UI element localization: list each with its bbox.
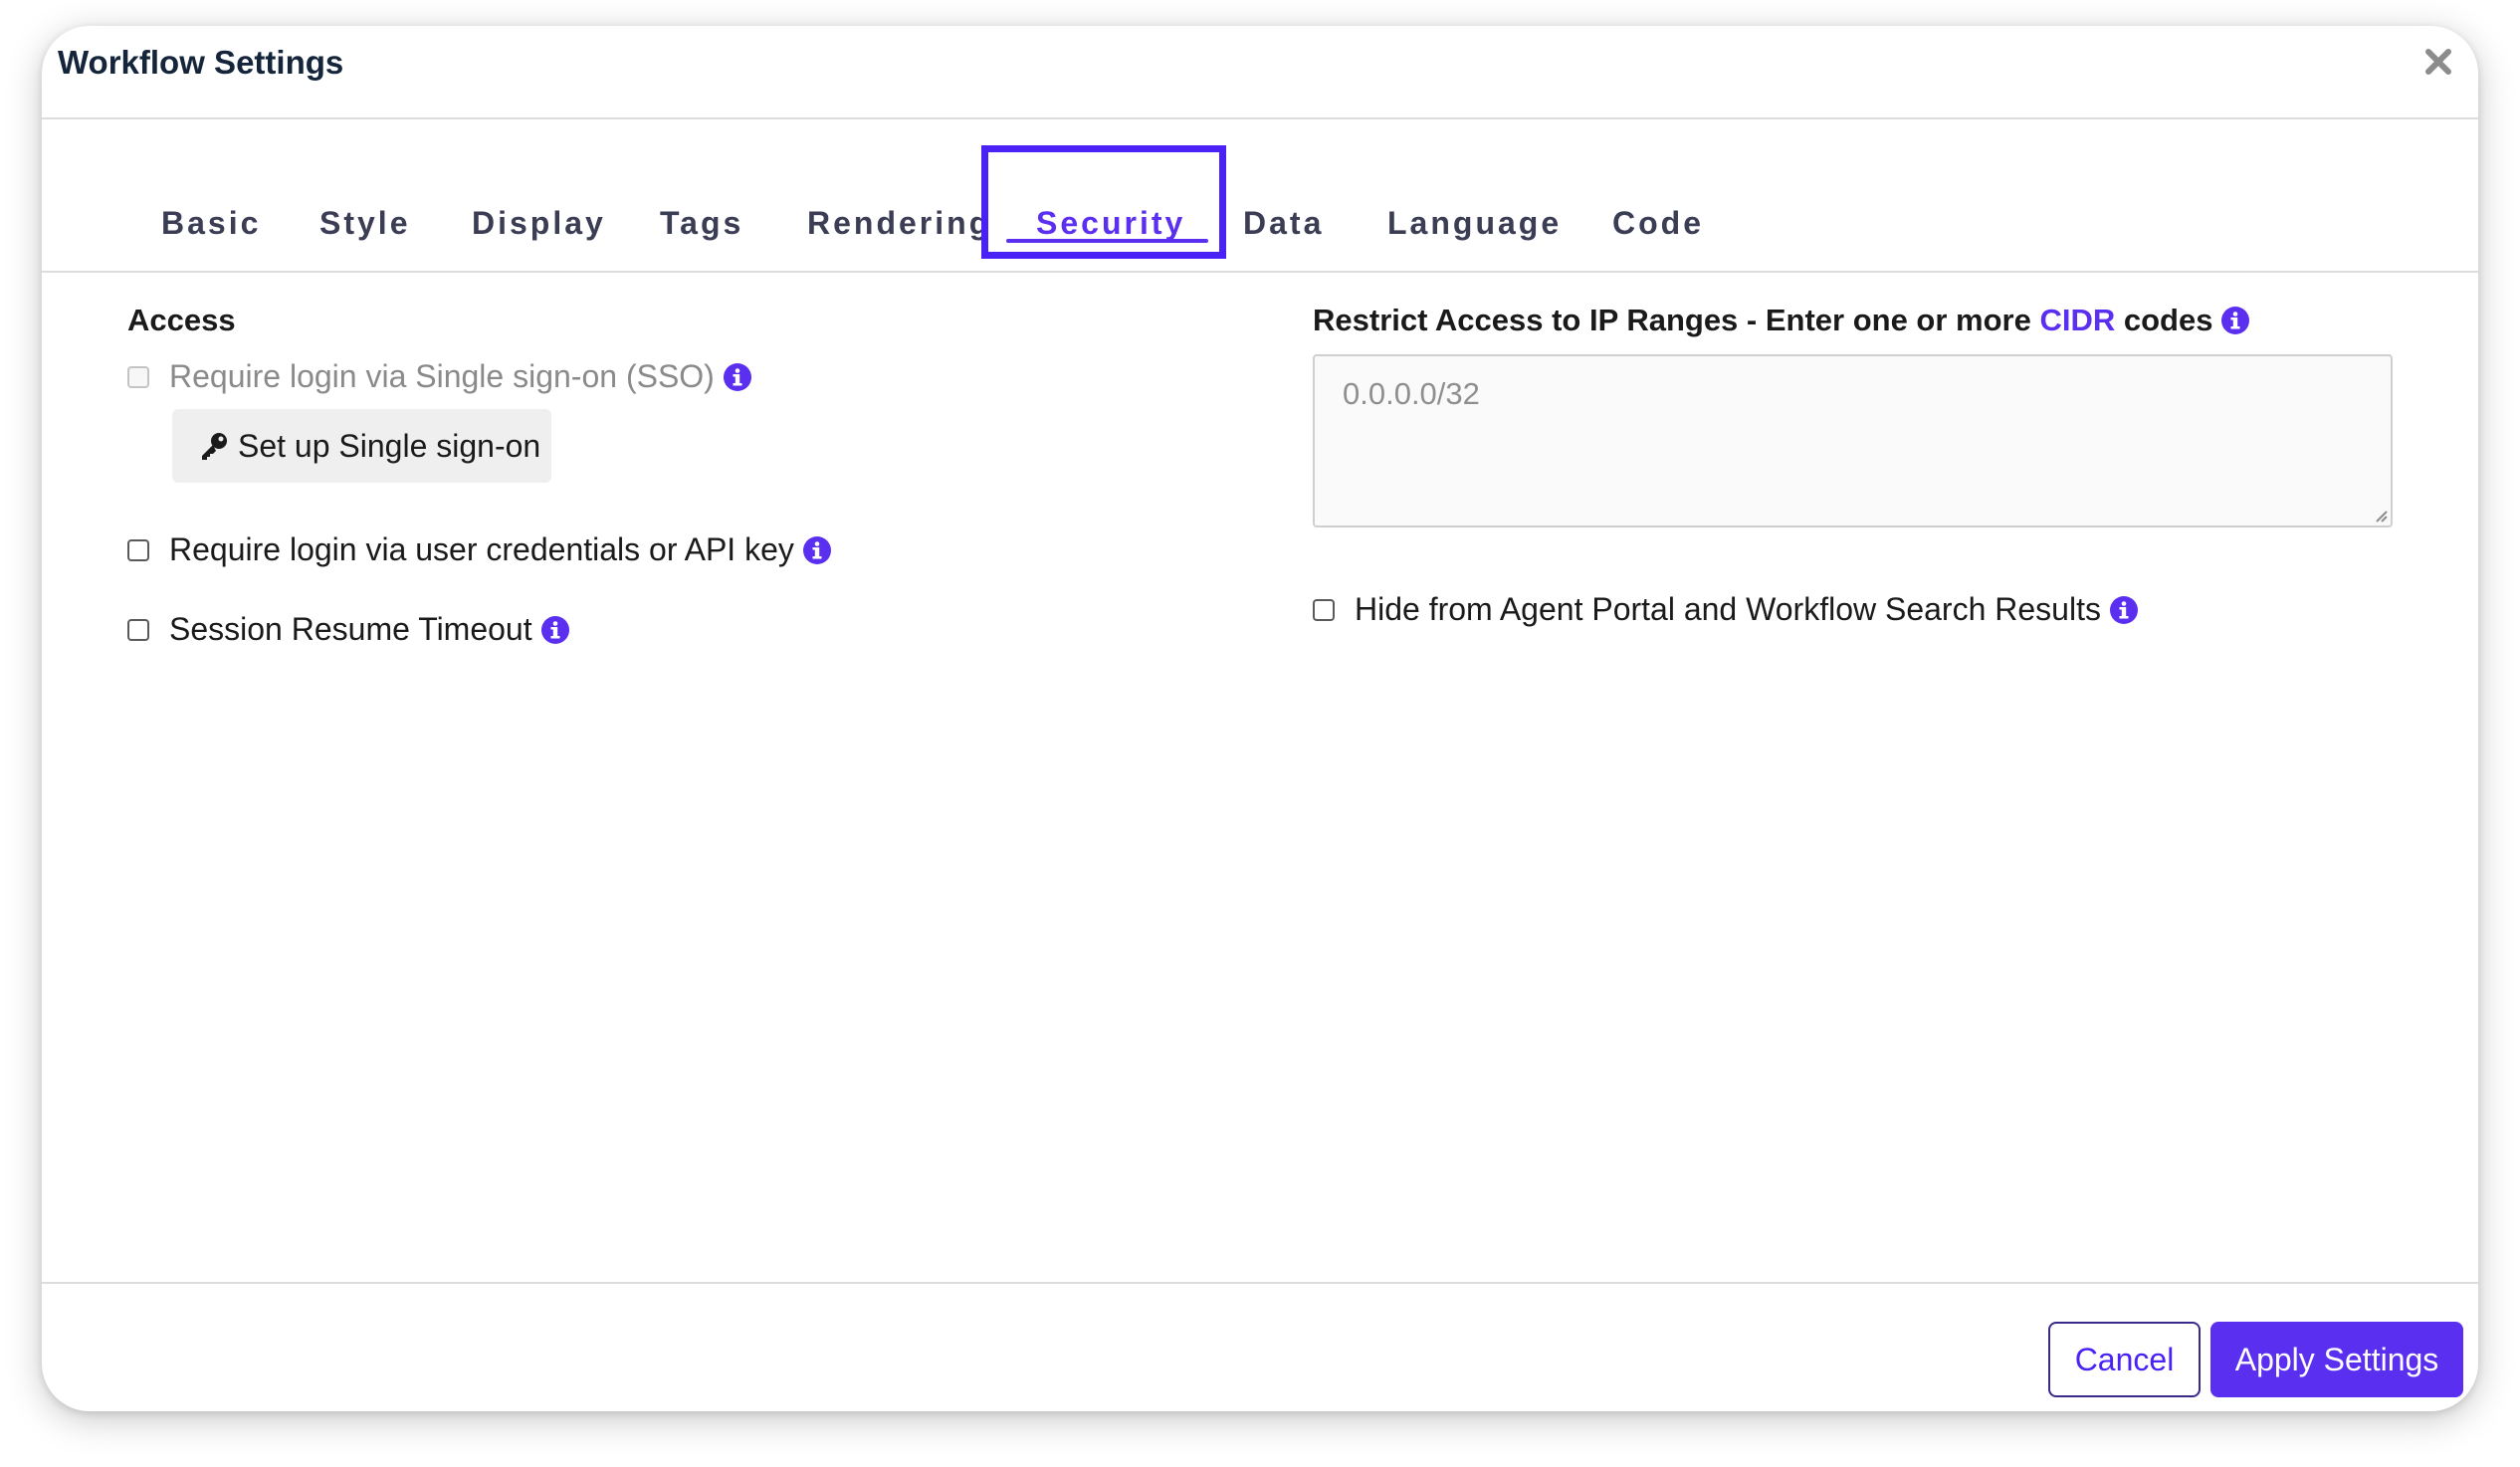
tab-code[interactable]: Code bbox=[1612, 205, 1704, 242]
session-timeout-checkbox[interactable] bbox=[127, 618, 149, 641]
access-section-title: Access bbox=[127, 303, 236, 337]
ip-ranges-title-prefix: Restrict Access to IP Ranges - Enter one… bbox=[1313, 303, 2040, 337]
tab-style[interactable]: Style bbox=[319, 205, 410, 242]
info-icon[interactable] bbox=[723, 362, 752, 392]
info-icon[interactable] bbox=[540, 615, 570, 645]
info-icon[interactable] bbox=[802, 535, 832, 565]
hide-from-portal-row: Hide from Agent Portal and Workflow Sear… bbox=[1313, 591, 2139, 628]
sso-checkbox-label: Require login via Single sign-on (SSO) bbox=[169, 358, 715, 394]
tab-rendering[interactable]: Rendering bbox=[807, 205, 991, 242]
tab-language[interactable]: Language bbox=[1387, 205, 1562, 242]
ip-ranges-title-suffix: codes bbox=[2115, 303, 2213, 337]
credentials-checkbox[interactable] bbox=[127, 538, 149, 561]
sso-checkbox bbox=[127, 365, 149, 388]
dialog-header: Workflow Settings bbox=[42, 26, 2478, 119]
info-icon[interactable] bbox=[2220, 306, 2250, 335]
ip-ranges-textarea[interactable]: 0.0.0.0/32 bbox=[1313, 354, 2393, 527]
footer-divider bbox=[42, 1282, 2478, 1284]
credentials-checkbox-row: Require login via user credentials or AP… bbox=[127, 531, 832, 568]
cidr-link[interactable]: CIDR bbox=[2039, 303, 2115, 338]
tab-basic[interactable]: Basic bbox=[161, 205, 261, 242]
cancel-button[interactable]: Cancel bbox=[2048, 1322, 2201, 1397]
tab-data[interactable]: Data bbox=[1243, 205, 1324, 242]
apply-settings-button[interactable]: Apply Settings bbox=[2210, 1322, 2463, 1397]
active-tab-highlight bbox=[981, 145, 1226, 259]
tab-tags[interactable]: Tags bbox=[660, 205, 743, 242]
ip-ranges-placeholder: 0.0.0.0/32 bbox=[1343, 376, 1480, 411]
session-timeout-label[interactable]: Session Resume Timeout bbox=[169, 611, 532, 648]
dialog-title: Workflow Settings bbox=[58, 44, 344, 81]
ip-ranges-title: Restrict Access to IP Ranges - Enter one… bbox=[1313, 303, 2250, 338]
info-icon[interactable] bbox=[2109, 595, 2139, 625]
session-timeout-checkbox-row: Session Resume Timeout bbox=[127, 611, 570, 648]
resize-grip-icon[interactable] bbox=[2371, 506, 2389, 524]
hide-from-portal-label[interactable]: Hide from Agent Portal and Workflow Sear… bbox=[1355, 591, 2101, 628]
close-icon[interactable] bbox=[2416, 40, 2460, 84]
hide-from-portal-checkbox[interactable] bbox=[1313, 598, 1335, 621]
sso-checkbox-row: Require login via Single sign-on (SSO) bbox=[127, 358, 752, 395]
setup-sso-button[interactable]: Set up Single sign-on bbox=[172, 409, 551, 483]
setup-sso-label: Set up Single sign-on bbox=[238, 427, 541, 464]
credentials-checkbox-label[interactable]: Require login via user credentials or AP… bbox=[169, 531, 794, 568]
key-icon bbox=[202, 433, 227, 460]
workflow-settings-dialog: Workflow Settings Basic Style Display Ta… bbox=[42, 26, 2478, 1411]
tab-bar: Basic Style Display Tags Rendering Secur… bbox=[42, 119, 2478, 273]
tab-display[interactable]: Display bbox=[472, 205, 606, 242]
